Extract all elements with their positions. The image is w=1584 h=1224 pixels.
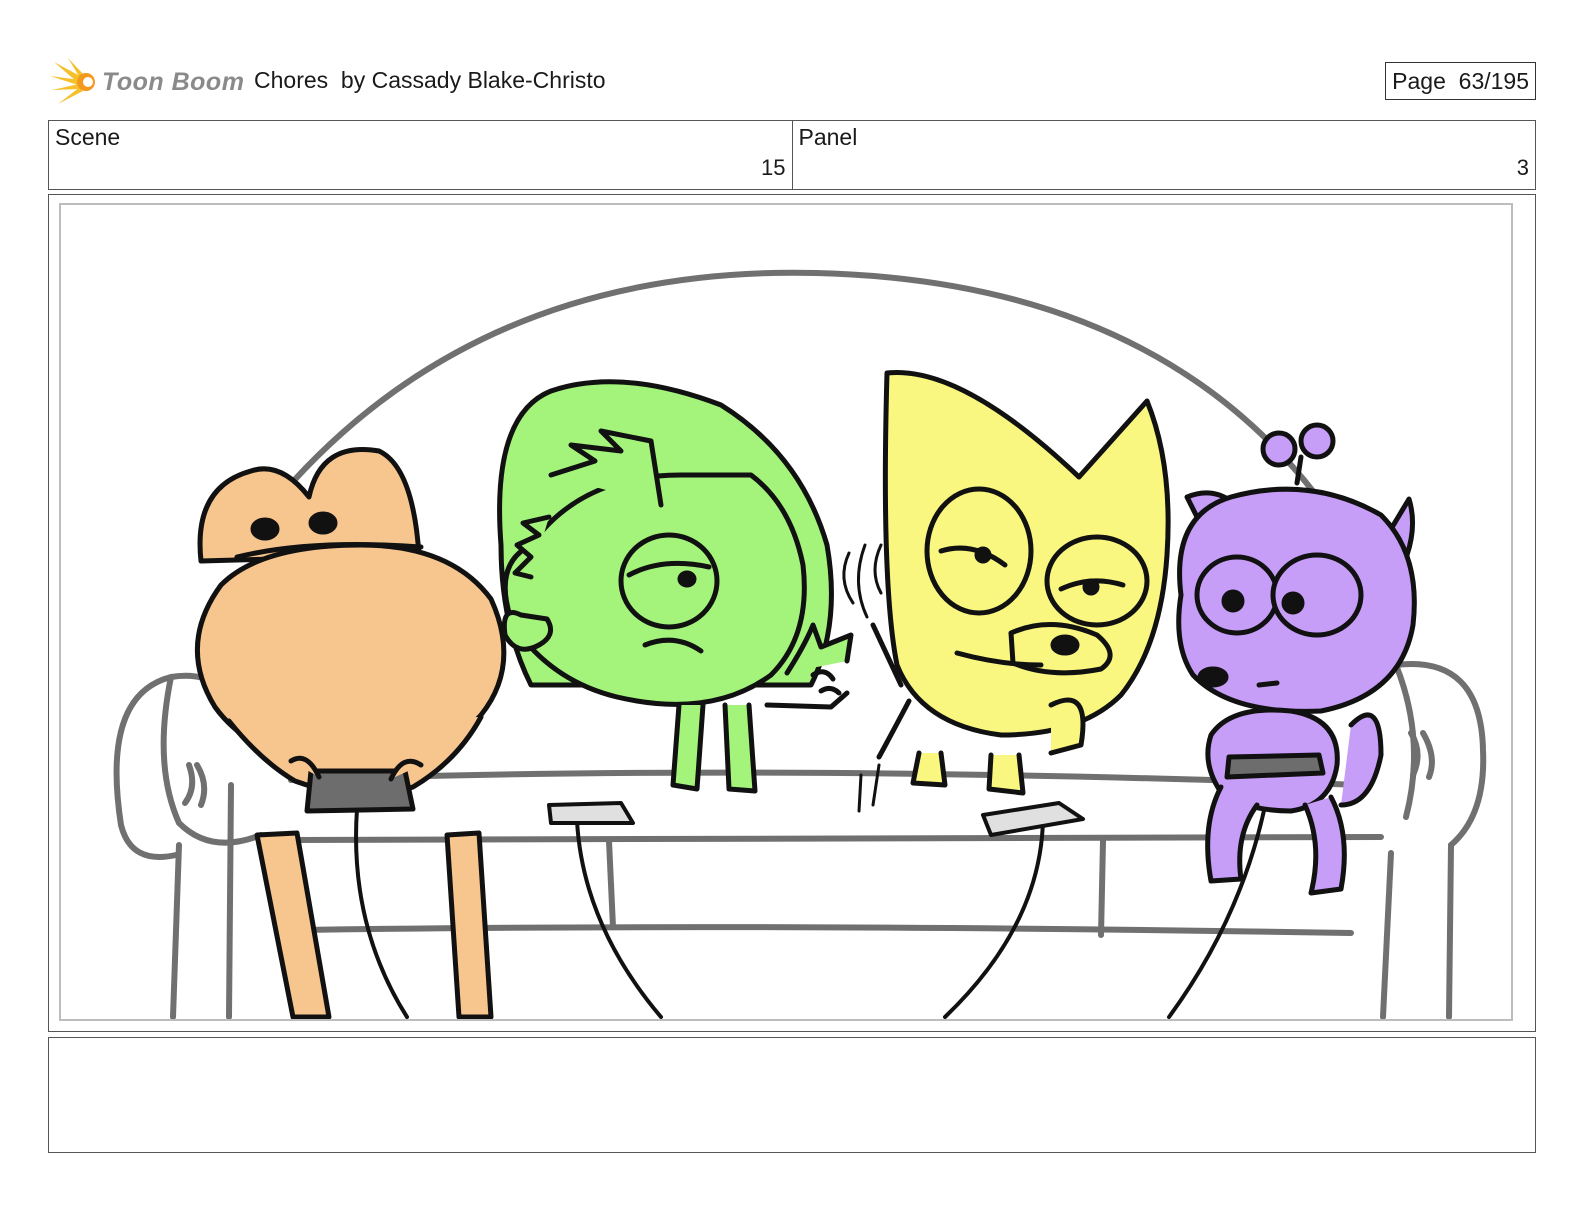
- scene-number: 15: [761, 155, 786, 180]
- storyboard-drawing: [113, 269, 1487, 1019]
- controller-cords: [354, 771, 1273, 1019]
- panel-number: 3: [1516, 155, 1529, 180]
- yellow-cat: [842, 369, 1171, 813]
- toon-boom-logo-icon: [50, 58, 95, 104]
- purple-squirrel: [1176, 422, 1417, 896]
- couch-controllers: [547, 801, 1085, 837]
- panel-notes: [48, 1037, 1536, 1153]
- panel-artwork: [59, 203, 1513, 1021]
- toon-boom-logo: Toon Boom: [50, 54, 244, 108]
- green-fish: [497, 379, 854, 794]
- scene-label: Scene: [55, 124, 121, 150]
- page-header: Toon Boom Chores by Cassady Blake-Christ…: [48, 52, 1536, 110]
- page-number: Page 63/195: [1385, 62, 1536, 100]
- panel-label: Panel: [798, 124, 858, 150]
- logo-text: Toon Boom: [102, 68, 245, 96]
- document-title: Chores by Cassady Blake-Christo: [254, 67, 606, 93]
- storyboard-panel: [48, 194, 1536, 1032]
- panel-cell: Panel 3: [791, 121, 1536, 189]
- scene-cell: Scene 15: [49, 121, 792, 189]
- scene-panel-info: Scene 15 Panel 3: [48, 120, 1536, 190]
